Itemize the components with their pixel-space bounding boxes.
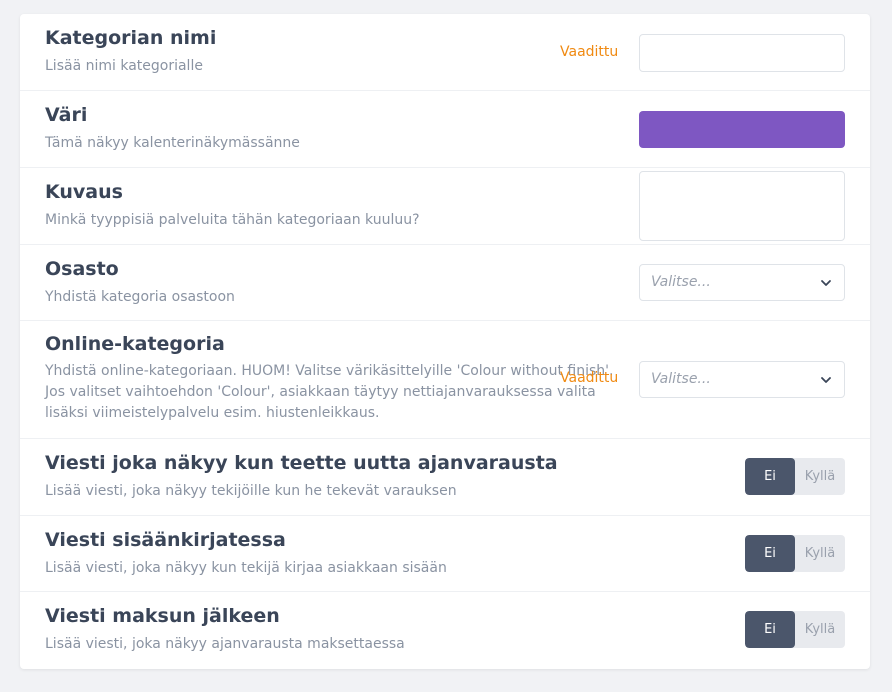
field-description: Yhdistä kategoria osastoon xyxy=(45,289,235,305)
department-select[interactable]: Valitse... xyxy=(639,264,845,301)
category-form-card: Kategorian nimi Lisää nimi kategorialle … xyxy=(20,14,870,669)
select-placeholder: Valitse... xyxy=(651,274,711,290)
field-title: Kuvaus xyxy=(45,181,123,203)
field-description: Lisää nimi kategorialle xyxy=(45,58,203,74)
field-description: Yhdistä online-kategoriaan. HUOM! Valits… xyxy=(45,363,614,421)
form-row-color: Väri Tämä näkyy kalenterinäkymässänne xyxy=(20,91,870,168)
category-name-input[interactable] xyxy=(639,34,845,72)
form-row-payment-message: Viesti maksun jälkeen Lisää viesti, joka… xyxy=(20,592,870,669)
field-title: Viesti sisäänkirjatessa xyxy=(45,529,286,551)
field-title: Kategorian nimi xyxy=(45,27,217,49)
field-description: Tämä näkyy kalenterinäkymässänne xyxy=(45,135,300,151)
field-description: Minkä tyyppisiä palveluita tähän kategor… xyxy=(45,212,420,228)
toggle-option-no[interactable]: Ei xyxy=(745,611,795,648)
form-row-description: Kuvaus Minkä tyyppisiä palveluita tähän … xyxy=(20,168,870,245)
field-description: Lisää viesti, joka näkyy tekijöille kun … xyxy=(45,483,457,499)
toggle-option-no[interactable]: Ei xyxy=(745,535,795,572)
field-title: Väri xyxy=(45,104,88,126)
required-label: Vaadittu xyxy=(560,370,619,386)
checkin-message-toggle: Ei Kyllä xyxy=(745,535,845,572)
toggle-option-yes[interactable]: Kyllä xyxy=(795,535,845,572)
field-title: Viesti joka näkyy kun teette uutta ajanv… xyxy=(45,452,558,474)
color-picker-button[interactable] xyxy=(639,111,845,148)
field-title: Online-kategoria xyxy=(45,333,225,355)
form-row-checkin-message: Viesti sisäänkirjatessa Lisää viesti, jo… xyxy=(20,516,870,592)
form-row-category-name: Kategorian nimi Lisää nimi kategorialle … xyxy=(20,14,870,91)
toggle-option-yes[interactable]: Kyllä xyxy=(795,611,845,648)
toggle-option-yes[interactable]: Kyllä xyxy=(795,458,845,495)
select-placeholder: Valitse... xyxy=(651,371,711,387)
chevron-down-icon xyxy=(821,377,831,383)
field-title: Osasto xyxy=(45,258,119,280)
payment-message-toggle: Ei Kyllä xyxy=(745,611,845,648)
online-category-select[interactable]: Valitse... xyxy=(639,361,845,398)
form-row-online-category: Online-kategoria Yhdistä online-kategori… xyxy=(20,321,870,439)
booking-message-toggle: Ei Kyllä xyxy=(745,458,845,495)
chevron-down-icon xyxy=(821,280,831,286)
field-description: Lisää viesti, joka näkyy ajanvarausta ma… xyxy=(45,636,405,652)
field-description: Lisää viesti, joka näkyy kun tekijä kirj… xyxy=(45,560,447,576)
toggle-option-no[interactable]: Ei xyxy=(745,458,795,495)
description-textarea[interactable] xyxy=(639,171,845,241)
field-title: Viesti maksun jälkeen xyxy=(45,605,280,627)
form-row-booking-message: Viesti joka näkyy kun teette uutta ajanv… xyxy=(20,439,870,516)
form-row-department: Osasto Yhdistä kategoria osastoon Valits… xyxy=(20,245,870,321)
required-label: Vaadittu xyxy=(560,44,619,60)
